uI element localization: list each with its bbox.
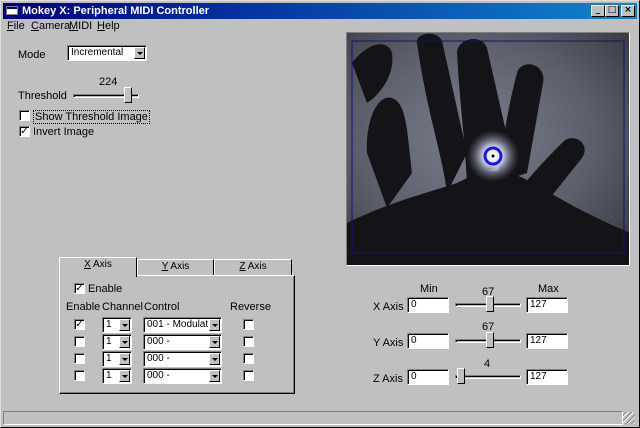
- chevron-down-icon[interactable]: [209, 319, 220, 331]
- header-control: Control: [144, 301, 180, 313]
- row4-control-select[interactable]: 000 -: [143, 368, 222, 384]
- row3-channel-value: 1: [106, 353, 112, 364]
- x-axis-min-input[interactable]: 0: [407, 297, 449, 313]
- chevron-down-icon[interactable]: [209, 336, 220, 348]
- chevron-down-icon[interactable]: [119, 336, 130, 348]
- row4-reverse-checkbox[interactable]: [243, 370, 254, 381]
- tab-x-axis[interactable]: X Axis: [59, 257, 137, 277]
- row3-enable-checkbox[interactable]: [74, 353, 85, 364]
- z-axis-slider-thumb[interactable]: [456, 368, 465, 388]
- row4-channel-value: 1: [106, 370, 112, 381]
- window-title: Mokey X: Peripheral MIDI Controller: [22, 5, 210, 17]
- maximize-button[interactable]: □: [605, 5, 619, 17]
- z-axis-value: 4: [484, 358, 491, 370]
- chevron-down-icon[interactable]: [119, 319, 130, 331]
- row2-channel-value: 1: [106, 336, 112, 347]
- title-bar[interactable]: Mokey X: Peripheral MIDI Controller _ □ …: [3, 3, 637, 19]
- chevron-down-icon[interactable]: [209, 370, 220, 382]
- z-axis-min-input[interactable]: 0: [407, 369, 449, 385]
- menu-help[interactable]: Help: [97, 20, 120, 32]
- mode-label: Mode: [18, 49, 46, 61]
- y-axis-min-input[interactable]: 0: [407, 333, 449, 349]
- app-icon[interactable]: [6, 6, 18, 15]
- row4-channel-select[interactable]: 1: [102, 368, 132, 384]
- resize-grip-icon[interactable]: [623, 412, 635, 424]
- chevron-down-icon[interactable]: [134, 47, 145, 59]
- invert-image-label[interactable]: Invert Image: [33, 126, 94, 138]
- row2-control-value: 000 -: [147, 336, 170, 347]
- menu-file[interactable]: File: [7, 20, 25, 32]
- axis-enable-label[interactable]: Enable: [88, 283, 122, 295]
- row4-control-value: 000 -: [147, 370, 170, 381]
- row1-reverse-checkbox[interactable]: [243, 319, 254, 330]
- main-window: Mokey X: Peripheral MIDI Controller _ □ …: [0, 0, 640, 428]
- mode-value: Incremental: [71, 47, 124, 58]
- y-axis-slider-thumb[interactable]: [485, 332, 494, 352]
- invert-image-checkbox[interactable]: ✓: [19, 126, 30, 137]
- mode-select[interactable]: Incremental: [67, 45, 147, 61]
- threshold-value: 224: [99, 76, 118, 88]
- threshold-slider-thumb[interactable]: [124, 87, 133, 107]
- max-header: Max: [538, 283, 559, 295]
- menu-midi[interactable]: MIDI: [69, 20, 92, 32]
- row1-channel-value: 1: [106, 319, 112, 330]
- header-reverse: Reverse: [230, 301, 271, 313]
- show-threshold-image-label[interactable]: Show Threshold Image: [33, 110, 150, 124]
- min-header: Min: [420, 283, 438, 295]
- menu-camera[interactable]: Camera: [31, 20, 70, 32]
- z-axis-slider-track[interactable]: [455, 375, 521, 379]
- row3-control-select[interactable]: 000 -: [143, 351, 222, 367]
- z-axis-max-input[interactable]: 127: [526, 369, 568, 385]
- row4-enable-checkbox[interactable]: [74, 370, 85, 381]
- chevron-down-icon[interactable]: [209, 353, 220, 365]
- y-axis-label: Y Axis: [373, 337, 404, 349]
- row2-control-select[interactable]: 000 -: [143, 334, 222, 350]
- row2-enable-checkbox[interactable]: [74, 336, 85, 347]
- row1-enable-checkbox[interactable]: ✓: [74, 319, 85, 330]
- z-axis-label: Z Axis: [373, 373, 403, 385]
- camera-view[interactable]: [346, 32, 630, 266]
- row1-control-value: 001 - Modulation: [147, 319, 208, 330]
- x-axis-panel: ✓ Enable Enable Channel Control Reverse …: [59, 275, 295, 394]
- camera-image: [347, 33, 629, 265]
- axis-enable-checkbox[interactable]: ✓: [74, 283, 85, 294]
- x-axis-max-input[interactable]: 127: [526, 297, 568, 313]
- x-axis-slider-thumb[interactable]: [485, 296, 494, 316]
- status-bar: [3, 410, 637, 426]
- status-pane: [3, 411, 623, 425]
- show-threshold-image-checkbox[interactable]: [19, 110, 30, 121]
- row1-channel-select[interactable]: 1: [102, 317, 132, 333]
- row3-control-value: 000 -: [147, 353, 170, 364]
- x-axis-label: X Axis: [373, 301, 404, 313]
- row2-reverse-checkbox[interactable]: [243, 336, 254, 347]
- header-enable: Enable: [66, 301, 101, 313]
- close-button[interactable]: ×: [621, 5, 635, 17]
- header-channel: Channel: [102, 301, 143, 313]
- minimize-button[interactable]: _: [591, 5, 605, 17]
- chevron-down-icon[interactable]: [119, 353, 130, 365]
- y-axis-max-input[interactable]: 127: [526, 333, 568, 349]
- axis-tabs: X Axis Y Axis Z Axis ✓ Enable Enable Cha…: [59, 257, 295, 394]
- threshold-label: Threshold: [18, 90, 67, 102]
- row3-channel-select[interactable]: 1: [102, 351, 132, 367]
- row1-control-select[interactable]: 001 - Modulation: [143, 317, 222, 333]
- row3-reverse-checkbox[interactable]: [243, 353, 254, 364]
- row2-channel-select[interactable]: 1: [102, 334, 132, 350]
- chevron-down-icon[interactable]: [119, 370, 130, 382]
